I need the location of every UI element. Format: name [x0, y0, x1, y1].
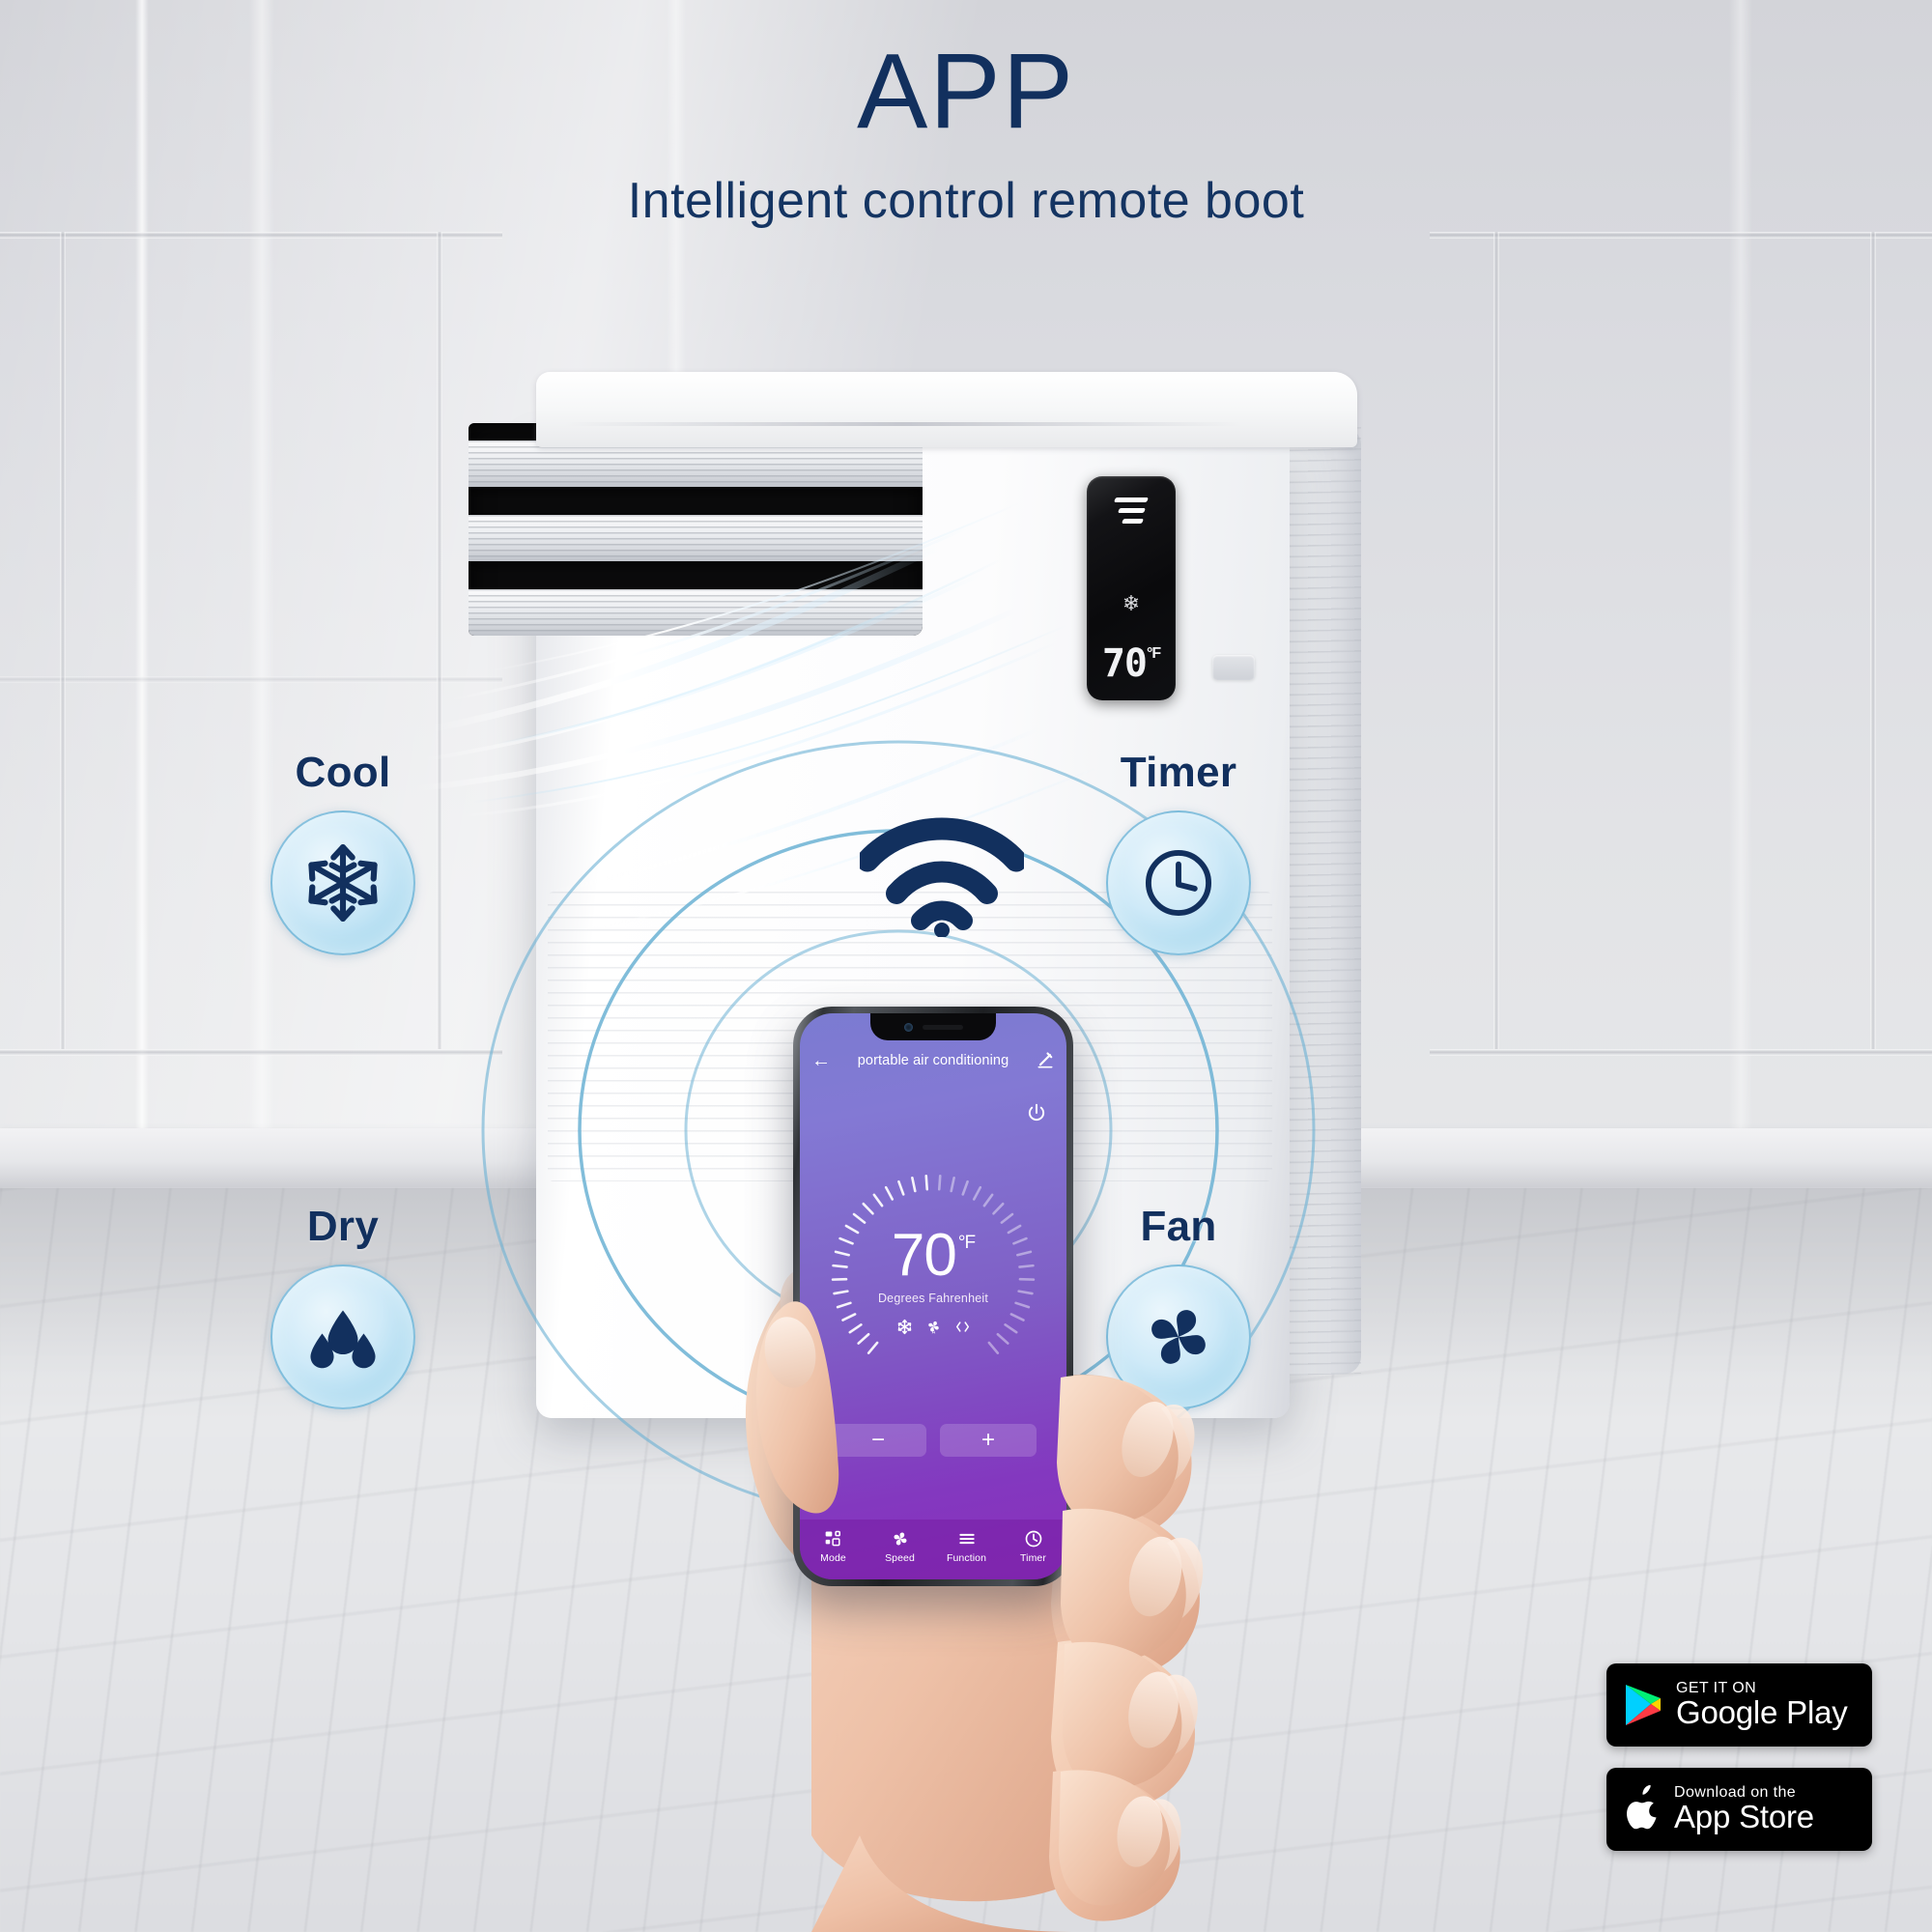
- wall-molding: [1430, 232, 1932, 239]
- wall-molding: [60, 232, 66, 1049]
- headline-block: APP Intelligent control remote boot: [0, 39, 1932, 230]
- feature-icon-circle: [270, 1264, 415, 1409]
- ac-louver: [469, 440, 923, 487]
- wall-molding: [0, 1049, 502, 1056]
- feature-label: Dry: [306, 1203, 380, 1250]
- snowflake-icon: ❄: [1122, 591, 1141, 615]
- clock-icon: [1145, 849, 1212, 917]
- page-subtitle: Intelligent control remote boot: [627, 173, 1305, 229]
- ac-air-vent: [469, 423, 923, 636]
- app-store-badge-text: Download on the App Store: [1674, 1784, 1814, 1835]
- ac-side-handle: [1212, 655, 1255, 680]
- store-badges: GET IT ON Google Play Download on the Ap…: [1606, 1663, 1872, 1851]
- google-play-badge[interactable]: GET IT ON Google Play: [1606, 1663, 1872, 1747]
- snowflake-icon: [308, 843, 378, 923]
- ac-louver: [469, 589, 923, 636]
- hand-front-fingers: [755, 1301, 1186, 1906]
- apple-logo-icon: [1627, 1785, 1657, 1830]
- signal-bars-icon: [1113, 497, 1150, 529]
- page-title: APP: [856, 32, 1076, 151]
- feature-dry[interactable]: Dry: [227, 1203, 459, 1409]
- wall-molding: [0, 676, 502, 683]
- badge-big-text: App Store: [1674, 1799, 1814, 1835]
- google-play-icon: [1626, 1685, 1661, 1725]
- ac-louver: [469, 515, 923, 561]
- feature-label: Timer: [1120, 749, 1237, 796]
- hand-holding-phone: ← portable air conditioning 70 °F Degree…: [570, 966, 1246, 1932]
- wall-molding: [0, 232, 502, 239]
- ac-display-panel: ❄ 70 °F: [1087, 476, 1176, 700]
- app-store-badge[interactable]: Download on the App Store: [1606, 1768, 1872, 1851]
- wall-molding: [1493, 232, 1499, 1049]
- wall-molding: [1870, 232, 1876, 1049]
- wall-molding: [1430, 1049, 1932, 1056]
- wifi-icon: [860, 817, 1024, 937]
- feature-cool[interactable]: Cool: [227, 749, 459, 955]
- badge-big-text: Google Play: [1676, 1694, 1848, 1731]
- ac-display-temperature: 70 °F: [1101, 641, 1161, 686]
- feature-icon-circle: [1106, 810, 1251, 955]
- ac-top-cover: [536, 372, 1357, 447]
- feature-icon-circle: [270, 810, 415, 955]
- feature-label: Cool: [295, 749, 391, 796]
- feature-timer[interactable]: Timer: [1063, 749, 1294, 955]
- google-play-badge-text: GET IT ON Google Play: [1676, 1680, 1848, 1731]
- water-droplets-icon: [310, 1310, 376, 1369]
